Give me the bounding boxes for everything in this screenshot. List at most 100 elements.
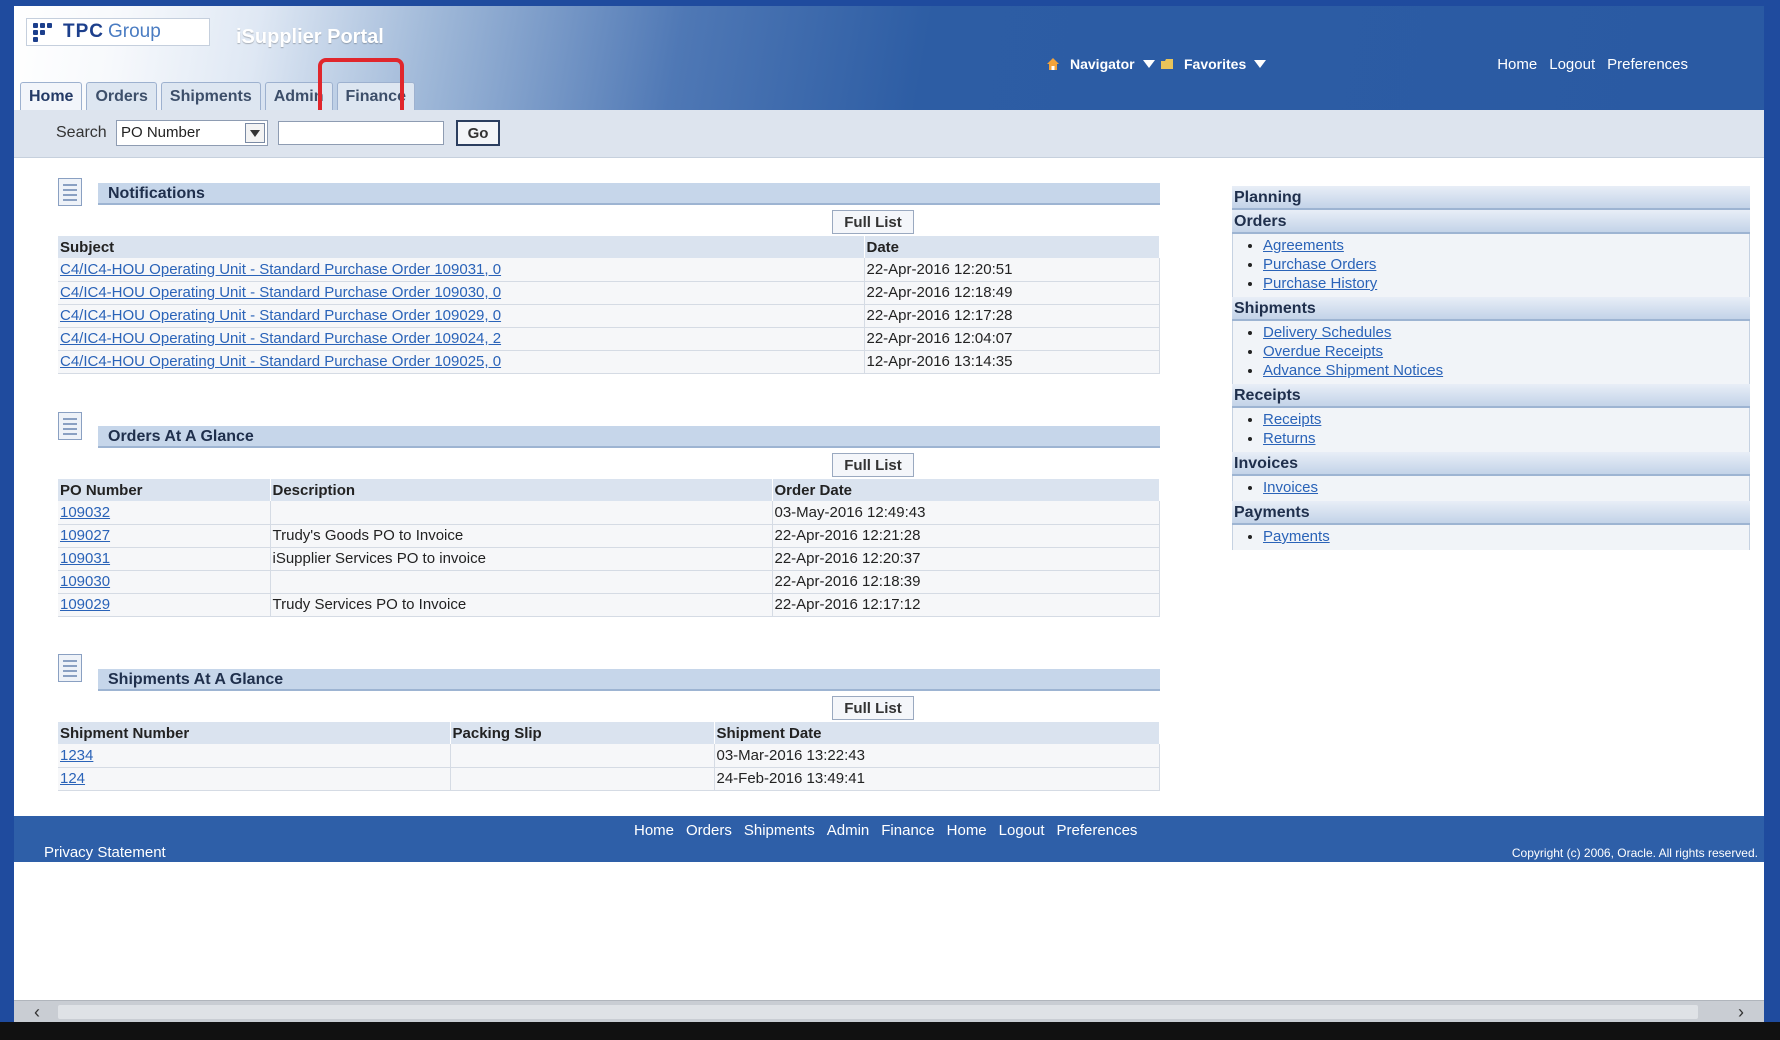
side-head-planning: Planning xyxy=(1232,186,1750,210)
footer-orders-link[interactable]: Orders xyxy=(686,822,732,839)
search-type-select[interactable]: PO Number xyxy=(116,120,268,146)
table-row: C4/IC4-HOU Operating Unit - Standard Pur… xyxy=(58,350,1160,374)
footer-finance-link[interactable]: Finance xyxy=(881,822,934,839)
navigator-menu[interactable]: Navigator xyxy=(1046,56,1155,72)
footer-home-link[interactable]: Home xyxy=(634,822,674,839)
scroll-left-icon[interactable]: ‹ xyxy=(28,1003,46,1021)
global-logout-link[interactable]: Logout xyxy=(1549,56,1595,73)
shipments-full-list-button[interactable]: Full List xyxy=(832,696,914,720)
footer-shipments-link[interactable]: Shipments xyxy=(744,822,815,839)
invoices-link[interactable]: Invoices xyxy=(1263,479,1318,496)
global-preferences-link[interactable]: Preferences xyxy=(1607,56,1688,73)
table-row: 109029 Trudy Services PO to Invoice 22-Apr… xyxy=(58,593,1160,617)
po-number-link[interactable]: 109029 xyxy=(60,596,110,613)
logo-dots-icon xyxy=(33,23,61,42)
notification-link[interactable]: C4/IC4-HOU Operating Unit - Standard Pur… xyxy=(60,353,501,370)
footer-home-link[interactable]: Home xyxy=(947,822,987,839)
footer-preferences-link[interactable]: Preferences xyxy=(1057,822,1138,839)
notification-link[interactable]: C4/IC4-HOU Operating Unit - Standard Pur… xyxy=(60,261,501,278)
navigator-label: Navigator xyxy=(1070,56,1135,72)
po-number-link[interactable]: 109027 xyxy=(60,527,110,544)
shipments-table: Shipment Number Packing Slip Shipment Da… xyxy=(58,722,1160,791)
po-number-link[interactable]: 109032 xyxy=(60,504,110,521)
side-head-payments: Payments xyxy=(1232,501,1750,525)
portal-header: TPC Group iSupplier Portal Navigator Fav… xyxy=(14,6,1764,118)
home-icon xyxy=(1047,58,1059,70)
screen-bottom-edge xyxy=(0,1022,1780,1040)
dropdown-arrow-icon[interactable] xyxy=(245,123,265,143)
col-description: Description xyxy=(270,479,773,501)
go-button[interactable]: Go xyxy=(456,120,500,146)
orders-full-list-button[interactable]: Full List xyxy=(832,453,914,477)
footer-links: Home Orders Shipments Admin Finance Home… xyxy=(634,822,1137,839)
table-row: 1234 03-Mar-2016 13:22:43 xyxy=(58,744,1160,768)
search-label: Search xyxy=(56,124,107,141)
search-bar: Search PO Number Go xyxy=(14,110,1764,158)
notifications-full-list-button[interactable]: Full List xyxy=(832,210,914,234)
col-po-number: PO Number xyxy=(58,479,271,501)
chevron-down-icon xyxy=(1142,60,1155,68)
notification-date: 12-Apr-2016 13:14:35 xyxy=(864,350,1160,374)
tab-shipments[interactable]: Shipments xyxy=(160,82,261,110)
delivery-schedules-link[interactable]: Delivery Schedules xyxy=(1263,324,1391,341)
search-type-value: PO Number xyxy=(121,124,201,141)
footer-admin-link[interactable]: Admin xyxy=(827,822,870,839)
favorites-menu[interactable]: Favorites xyxy=(1160,56,1267,72)
notification-link[interactable]: C4/IC4-HOU Operating Unit - Standard Pur… xyxy=(60,284,501,301)
overdue-receipts-link[interactable]: Overdue Receipts xyxy=(1263,343,1383,360)
agreements-link[interactable]: Agreements xyxy=(1263,237,1344,254)
orders-icon xyxy=(58,412,82,440)
chevron-down-icon xyxy=(1254,60,1267,68)
shipment-date: 03-Mar-2016 13:22:43 xyxy=(714,744,1160,768)
table-row: 109027 Trudy's Goods PO to Invoice 22-Apr-… xyxy=(58,524,1160,548)
po-description: Trudy Services PO to Invoice xyxy=(270,593,773,617)
notification-link[interactable]: C4/IC4-HOU Operating Unit - Standard Pur… xyxy=(60,330,501,347)
table-row: C4/IC4-HOU Operating Unit - Standard Pur… xyxy=(58,304,1160,328)
notification-date: 22-Apr-2016 12:18:49 xyxy=(864,281,1160,305)
side-head-receipts: Receipts xyxy=(1232,384,1750,408)
notifications-icon xyxy=(58,178,82,206)
tab-home[interactable]: Home xyxy=(20,82,83,110)
orders-table: PO Number Description Order Date 109032 0… xyxy=(58,479,1160,617)
finance-tab-highlight xyxy=(318,58,404,118)
po-number-link[interactable]: 109031 xyxy=(60,550,110,567)
logo-word-group: Group xyxy=(108,21,161,42)
returns-link[interactable]: Returns xyxy=(1263,430,1316,447)
advance-shipment-notices-link[interactable]: Advance Shipment Notices xyxy=(1263,362,1443,379)
tab-orders[interactable]: Orders xyxy=(86,82,157,110)
col-order-date: Order Date xyxy=(772,479,1160,501)
payments-link[interactable]: Payments xyxy=(1263,528,1330,545)
col-subject: Subject xyxy=(58,236,865,258)
table-row: 109031 iSupplier Services PO to invoice 22… xyxy=(58,547,1160,571)
scroll-right-icon[interactable]: › xyxy=(1732,1003,1750,1021)
packing-slip xyxy=(450,744,715,768)
po-description: iSupplier Services PO to invoice xyxy=(270,547,773,571)
po-description: Trudy's Goods PO to Invoice xyxy=(270,524,773,548)
search-input[interactable] xyxy=(278,121,444,145)
footer-logout-link[interactable]: Logout xyxy=(999,822,1045,839)
receipts-link[interactable]: Receipts xyxy=(1263,411,1321,428)
side-head-invoices: Invoices xyxy=(1232,452,1750,476)
shipments-icon xyxy=(58,654,82,682)
side-head-shipments: Shipments xyxy=(1232,297,1750,321)
shipment-number-link[interactable]: 1234 xyxy=(60,747,93,764)
side-body-payments: Payments xyxy=(1232,525,1750,550)
notifications-header: Notifications xyxy=(98,183,1160,205)
global-home-link[interactable]: Home xyxy=(1497,56,1537,73)
privacy-statement-link[interactable]: Privacy Statement xyxy=(44,844,166,861)
notification-link[interactable]: C4/IC4-HOU Operating Unit - Standard Pur… xyxy=(60,307,501,324)
folder-icon xyxy=(1161,59,1173,69)
tpc-group-logo: TPC Group xyxy=(26,18,210,46)
po-number-link[interactable]: 109030 xyxy=(60,573,110,590)
notification-date: 22-Apr-2016 12:04:07 xyxy=(864,327,1160,351)
col-packing-slip: Packing Slip xyxy=(450,722,715,744)
po-order-date: 22-Apr-2016 12:21:28 xyxy=(772,524,1160,548)
global-links: Home Logout Preferences xyxy=(1497,56,1688,73)
purchase-orders-link[interactable]: Purchase Orders xyxy=(1263,256,1376,273)
horizontal-scrollbar[interactable]: ‹ › xyxy=(14,1000,1764,1022)
side-body-invoices: Invoices xyxy=(1232,476,1750,501)
shipment-number-link[interactable]: 124 xyxy=(60,770,85,787)
notification-date: 22-Apr-2016 12:17:28 xyxy=(864,304,1160,328)
purchase-history-link[interactable]: Purchase History xyxy=(1263,275,1377,292)
scrollbar-thumb[interactable] xyxy=(58,1005,1698,1019)
